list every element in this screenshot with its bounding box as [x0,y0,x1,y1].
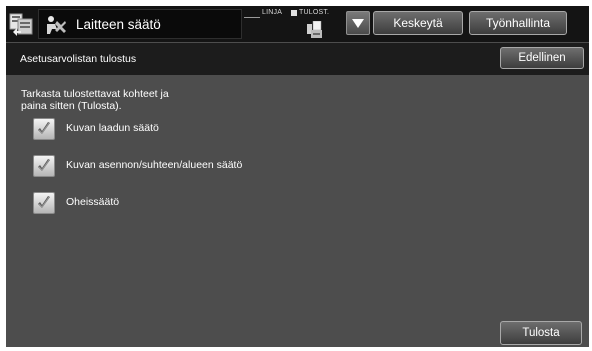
instruction-line-2: paina sitten (Tulosta). [21,100,122,112]
checkbox[interactable] [33,192,55,214]
interrupt-button[interactable]: Keskeytä [373,11,463,35]
sub-header-bar: Asetusarvolistan tulostus Edellinen [6,43,589,75]
top-bar: Laitteen säätö LINJA TULOST. Keskeytä Ty… [6,6,589,42]
printer-icon [307,21,322,38]
device-screen: Laitteen säätö LINJA TULOST. Keskeytä Ty… [6,6,589,347]
checkbox[interactable] [33,118,55,140]
home-button[interactable] [8,10,36,38]
print-item-label: Kuvan asennon/suhteen/alueen säätö [66,159,243,171]
print-button[interactable]: Tulosta [500,321,582,345]
screen-title: Laitteen säätö [76,17,161,32]
checkmark-icon [38,159,50,171]
line-status-indicator [244,17,260,18]
line-status-label: LINJA [262,9,283,16]
print-item-label: Kuvan laadun säätö [66,122,159,134]
page-title: Asetusarvolistan tulostus [20,53,137,65]
print-status-indicator [291,10,297,16]
checkmark-icon [38,122,50,134]
dropdown-arrow-icon [352,19,364,28]
print-status-label: TULOST. [299,9,330,16]
screen-title-box: Laitteen säätö [38,9,242,39]
home-icon [9,13,33,36]
checkmark-icon [38,196,50,208]
back-button[interactable]: Edellinen [500,47,584,69]
status-dropdown-button[interactable] [346,11,370,35]
print-item-label: Oheissäätö [66,196,120,208]
instruction-line-1: Tarkasta tulostettavat kohteet ja [21,88,169,100]
checkbox[interactable] [33,155,55,177]
instruction-text: Tarkasta tulostettavat kohteet ja paina … [21,88,169,112]
device-adjust-icon [47,16,66,34]
job-control-button[interactable]: Työnhallinta [469,11,567,35]
